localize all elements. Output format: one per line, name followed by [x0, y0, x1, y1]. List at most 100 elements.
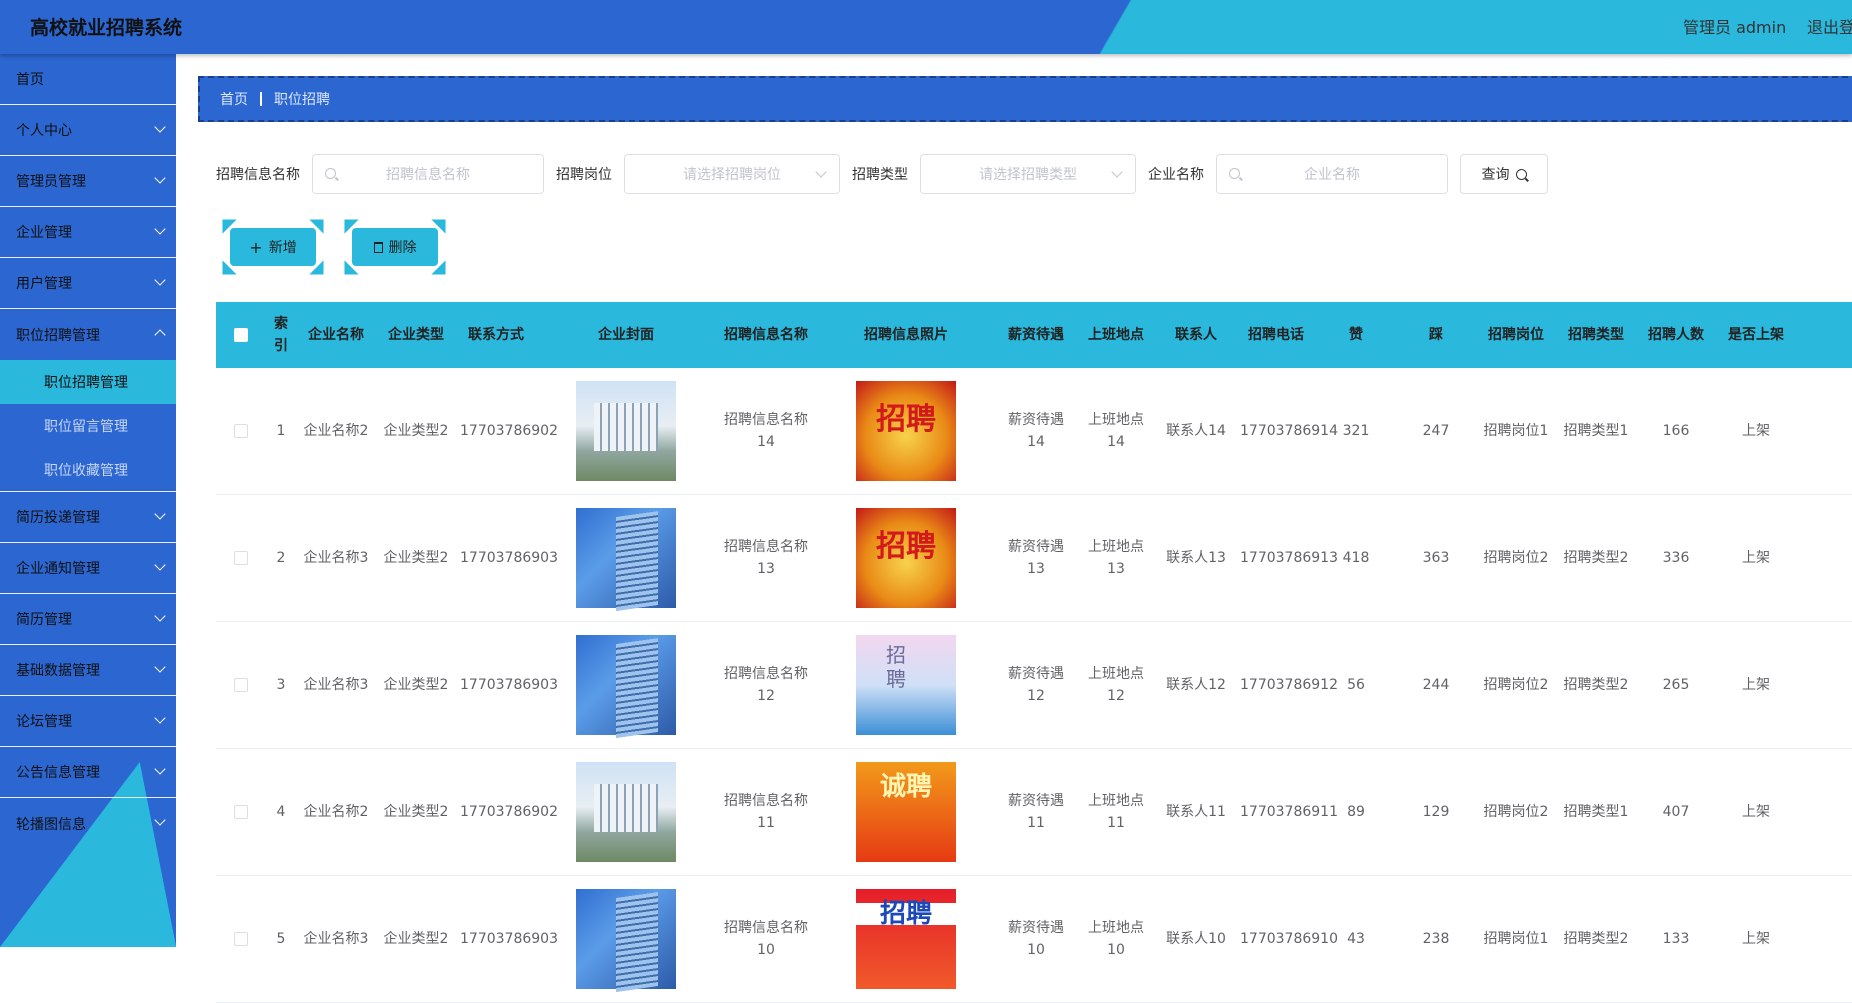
- type-label: 招聘类型: [852, 167, 908, 183]
- table-row[interactable]: 2 企业名称3 企业类型2 17703786903 招聘信息名称13 薪资待遇13 上班地点…: [216, 495, 1852, 622]
- company-search-input[interactable]: 企业名称: [1216, 154, 1448, 194]
- sidebar-item-users[interactable]: 用户管理: [0, 258, 176, 309]
- sidebar-item-resume-delivery[interactable]: 简历投递管理: [0, 492, 176, 543]
- chevron-down-icon: [154, 559, 166, 571]
- sidebar-item-label: 个人中心: [16, 123, 72, 139]
- company-cover-cell: [536, 762, 716, 862]
- row-checkbox[interactable]: [234, 932, 248, 946]
- sidebar-item-home[interactable]: 首页: [0, 54, 176, 105]
- column-header: 企业封面: [598, 327, 654, 343]
- company-cover-cell: [536, 889, 716, 989]
- sidebar-item-label: 简历投递管理: [16, 510, 100, 526]
- column-header: 企业类型: [388, 327, 444, 343]
- name-search-input[interactable]: 招聘信息名称: [312, 154, 544, 194]
- sidebar-subitem-job-favorites[interactable]: 职位收藏管理: [0, 448, 176, 492]
- cell-salary: 薪资待遇12: [1008, 666, 1064, 704]
- chevron-down-icon: [154, 223, 166, 235]
- row-checkbox[interactable]: [234, 805, 248, 819]
- cell-rtype: 招聘类型2: [1563, 677, 1629, 693]
- sidebar-item-jobs[interactable]: 职位招聘管理: [0, 309, 176, 360]
- cell-post: 招聘岗位2: [1483, 550, 1549, 566]
- table-row[interactable]: 3 企业名称3 企业类型2 17703786903 招聘信息名称12 薪资待遇12 上班地点…: [216, 622, 1852, 749]
- type-select[interactable]: 请选择招聘类型: [920, 154, 1136, 194]
- job-photo-cell: [816, 635, 996, 735]
- job-photo-cell: [816, 508, 996, 608]
- table-row[interactable]: 1 企业名称2 企业类型2 17703786902 招聘信息名称14 薪资待遇14 上班地点…: [216, 368, 1852, 495]
- select-all-checkbox[interactable]: [234, 328, 248, 342]
- table-row[interactable]: 4 企业名称2 企业类型2 17703786902 招聘信息名称11 薪资待遇11 上班地点…: [216, 749, 1852, 876]
- cell-phone: 17703786903: [460, 550, 558, 566]
- job-photo-image[interactable]: [856, 508, 956, 608]
- company-cover-image[interactable]: [576, 508, 676, 608]
- column-header: 上班地点: [1088, 327, 1144, 343]
- company-cover-image[interactable]: [576, 381, 676, 481]
- job-photo-image[interactable]: [856, 762, 956, 862]
- sidebar-item-company-notice[interactable]: 企业通知管理: [0, 543, 176, 594]
- sidebar-item-companies[interactable]: 企业管理: [0, 207, 176, 258]
- column-header: 联系人: [1175, 327, 1217, 343]
- row-checkbox-cell: [216, 932, 266, 946]
- search-icon: [1515, 168, 1527, 180]
- company-cover-image[interactable]: [576, 762, 676, 862]
- row-checkbox-cell: [216, 805, 266, 819]
- sidebar-item-announcements[interactable]: 公告信息管理: [0, 747, 176, 798]
- chevron-down-icon: [154, 763, 166, 775]
- column-header: 招聘信息照片: [864, 327, 948, 343]
- sidebar-item-label: 简历管理: [16, 612, 72, 628]
- corner-decoration: [431, 212, 453, 234]
- cell-salary: 薪资待遇13: [1008, 539, 1064, 577]
- search-form: 招聘信息名称 招聘信息名称 招聘岗位 请选择招聘岗位 招聘类型 请选择招聘类型 …: [216, 154, 1548, 194]
- cell-tel: 17703786912: [1240, 677, 1338, 693]
- add-button[interactable]: + 新增: [215, 212, 331, 282]
- cell-down: 247: [1422, 423, 1450, 439]
- sidebar-item-profile[interactable]: 个人中心: [0, 105, 176, 156]
- sidebar-item-admins[interactable]: 管理员管理: [0, 156, 176, 207]
- company-label: 企业名称: [1148, 167, 1204, 183]
- sidebar-item-base-data[interactable]: 基础数据管理: [0, 645, 176, 696]
- sidebar-item-forum[interactable]: 论坛管理: [0, 696, 176, 747]
- chevron-down-icon: [154, 610, 166, 622]
- cell-contact: 联系人13: [1166, 550, 1226, 566]
- column-header: 薪资待遇: [1008, 327, 1064, 343]
- cell-down: 129: [1422, 804, 1450, 820]
- query-button[interactable]: 查询: [1460, 154, 1548, 194]
- sidebar-item-resumes[interactable]: 简历管理: [0, 594, 176, 645]
- cell-count: 265: [1662, 677, 1690, 693]
- row-checkbox[interactable]: [234, 551, 248, 565]
- column-header: 招聘岗位: [1488, 327, 1544, 343]
- job-photo-image[interactable]: [856, 635, 956, 735]
- breadcrumb: 首页 职位招聘: [198, 76, 1852, 122]
- corner-decoration: [215, 260, 237, 282]
- job-photo-image[interactable]: [856, 381, 956, 481]
- sidebar-item-carousel[interactable]: 轮播图信息: [0, 798, 176, 849]
- cell-idx: 4: [276, 804, 286, 820]
- job-photo-image[interactable]: [856, 889, 956, 989]
- cell-rtype: 招聘类型1: [1563, 804, 1629, 820]
- row-checkbox[interactable]: [234, 678, 248, 692]
- cell-count: 407: [1662, 804, 1690, 820]
- cell-ctype: 企业类型2: [383, 804, 449, 820]
- row-checkbox[interactable]: [234, 424, 248, 438]
- chevron-down-icon: [154, 172, 166, 184]
- row-checkbox-cell: [216, 551, 266, 565]
- breadcrumb-home[interactable]: 首页: [220, 89, 248, 109]
- sidebar-subitem-job-messages[interactable]: 职位留言管理: [0, 404, 176, 448]
- table-row[interactable]: 5企业名称3企业类型217703786903招聘信息名称10薪资待遇10上班地点…: [216, 876, 1852, 1003]
- company-cover-image[interactable]: [576, 635, 676, 735]
- chevron-down-icon: [154, 508, 166, 520]
- logout-button[interactable]: 退出登录: [1807, 14, 1852, 38]
- cell-name: 招聘信息名称14: [724, 412, 808, 450]
- post-select[interactable]: 请选择招聘岗位: [624, 154, 840, 194]
- company-cover-cell: [536, 381, 716, 481]
- column-header: 招聘信息名称: [724, 327, 808, 343]
- table-header: 索引 企业名称 企业类型 联系方式 企业封面 招聘信息名称 招聘信息照片 薪资待…: [216, 302, 1852, 368]
- sidebar: 首页 个人中心 管理员管理 企业管理 用户管理 职位招聘管理 职位招聘管理 职位…: [0, 54, 176, 947]
- delete-button[interactable]: 删除: [337, 212, 453, 282]
- add-label: 新增: [268, 240, 297, 256]
- cell-name: 招聘信息名称11: [724, 793, 808, 831]
- company-cover-image[interactable]: [576, 889, 676, 989]
- sidebar-subitem-job-manage[interactable]: 职位招聘管理: [0, 360, 176, 404]
- cell-salary: 薪资待遇10: [1008, 920, 1064, 958]
- cell-down: 244: [1422, 677, 1450, 693]
- column-header: 企业名称: [308, 327, 364, 343]
